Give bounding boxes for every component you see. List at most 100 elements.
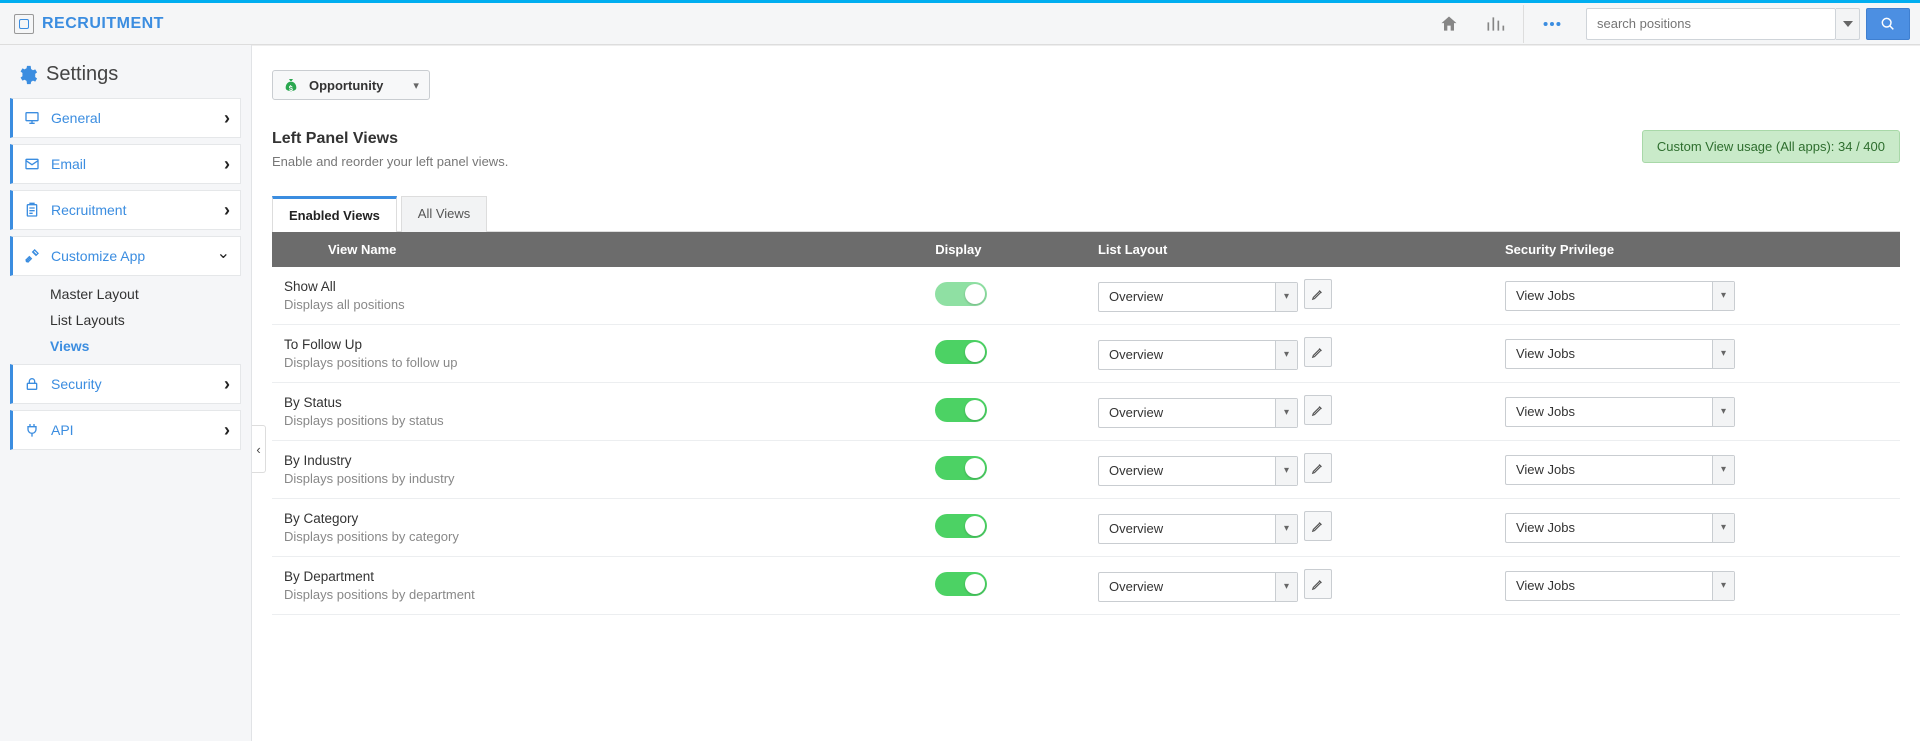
sidebar-item-security[interactable]: Security <box>10 364 241 404</box>
layout-dropdown[interactable]: Overview▾ <box>1098 398 1298 428</box>
search-scope-dropdown[interactable] <box>1836 8 1860 40</box>
sidebar-item-label: API <box>51 422 74 438</box>
display-toggle[interactable] <box>935 514 987 538</box>
security-dropdown[interactable]: View Jobs▾ <box>1505 513 1735 543</box>
display-toggle[interactable] <box>935 282 987 306</box>
security-value: View Jobs <box>1506 288 1712 303</box>
layout-dropdown[interactable]: Overview▾ <box>1098 340 1298 370</box>
chevron-right-icon <box>224 200 230 221</box>
view-name-text: To Follow Up <box>284 337 911 352</box>
view-name-text: By Industry <box>284 453 911 468</box>
edit-layout-button[interactable] <box>1304 395 1332 425</box>
display-toggle[interactable] <box>935 572 987 596</box>
display-toggle[interactable] <box>935 340 987 364</box>
cell-layout: Overview▾ <box>1086 441 1493 499</box>
brand[interactable]: RECRUITMENT <box>14 14 164 34</box>
settings-title-text: Settings <box>46 63 118 86</box>
cell-view-name: By StatusDisplays positions by status <box>272 383 923 441</box>
security-dropdown[interactable]: View Jobs▾ <box>1505 281 1735 311</box>
col-header-display: Display <box>923 232 1086 267</box>
view-desc-text: Displays positions by industry <box>284 471 911 486</box>
tabs: Enabled Views All Views <box>272 195 1900 232</box>
chevron-right-icon <box>224 108 230 129</box>
sidebar-item-label: Customize App <box>51 248 145 264</box>
sidebar: Settings General Email Recruitment <box>0 45 252 741</box>
layout-value: Overview <box>1099 347 1275 362</box>
display-toggle[interactable] <box>935 398 987 422</box>
cell-view-name: By Industry Displays positions by industr… <box>272 441 923 499</box>
sub-item-list-layouts[interactable]: List Layouts <box>50 312 241 328</box>
cell-security: View Jobs▾ <box>1493 267 1900 325</box>
cell-security: View Jobs▾ <box>1493 383 1900 441</box>
layout-value: Overview <box>1099 579 1275 594</box>
caret-down-icon: ▾ <box>1712 572 1734 600</box>
sidebar-item-recruitment[interactable]: Recruitment <box>10 190 241 230</box>
display-toggle[interactable] <box>935 456 987 480</box>
toggle-knob <box>965 516 985 536</box>
cell-display <box>923 267 1086 325</box>
sub-item-master-layout[interactable]: Master Layout <box>50 286 241 302</box>
lock-icon <box>23 376 41 392</box>
security-dropdown[interactable]: View Jobs▾ <box>1505 397 1735 427</box>
search-input[interactable] <box>1586 8 1836 40</box>
home-icon[interactable] <box>1431 6 1467 42</box>
section-subtitle: Enable and reorder your left panel views… <box>272 154 508 169</box>
chevron-right-icon <box>224 420 230 441</box>
security-value: View Jobs <box>1506 578 1712 593</box>
view-desc-text: Displays positions by status <box>284 413 911 428</box>
customize-app-children: Master Layout List Layouts Views <box>10 282 241 364</box>
layout-dropdown[interactable]: Overview▾ <box>1098 572 1298 602</box>
search-wrap <box>1586 8 1910 40</box>
cell-layout: Overview▾ <box>1086 557 1493 615</box>
caret-down-icon: ▾ <box>413 79 419 92</box>
cell-layout: Overview▾ <box>1086 499 1493 557</box>
settings-heading: Settings <box>10 59 241 98</box>
sidebar-item-customize-app[interactable]: Customize App <box>10 236 241 276</box>
usage-badge: Custom View usage (All apps): 34 / 400 <box>1642 130 1900 163</box>
sidebar-collapse-handle[interactable]: ‹ <box>252 425 266 473</box>
layout-value: Overview <box>1099 521 1275 536</box>
pencil-icon <box>1311 403 1325 417</box>
pencil-icon <box>1311 345 1325 359</box>
tab-all-views[interactable]: All Views <box>401 196 488 232</box>
security-dropdown[interactable]: View Jobs▾ <box>1505 455 1735 485</box>
chevron-right-icon <box>224 154 230 175</box>
security-dropdown[interactable]: View Jobs▾ <box>1505 339 1735 369</box>
cell-display <box>923 325 1086 383</box>
sidebar-item-api[interactable]: API <box>10 410 241 450</box>
layout-value: Overview <box>1099 463 1275 478</box>
cell-view-name: By CategoryDisplays positions by categor… <box>272 499 923 557</box>
more-icon[interactable] <box>1534 6 1570 42</box>
tools-icon <box>23 248 41 264</box>
analytics-icon[interactable] <box>1477 6 1513 42</box>
tab-enabled-views[interactable]: Enabled Views <box>272 196 397 232</box>
edit-layout-button[interactable] <box>1304 453 1332 483</box>
pencil-icon <box>1311 287 1325 301</box>
entity-selector[interactable]: Opportunity ▾ <box>272 70 430 100</box>
section-title: Left Panel Views <box>272 130 508 148</box>
mail-icon <box>23 156 41 172</box>
cell-security: View Jobs▾ <box>1493 441 1900 499</box>
edit-layout-button[interactable] <box>1304 279 1332 309</box>
sidebar-item-general[interactable]: General <box>10 98 241 138</box>
security-dropdown[interactable]: View Jobs▾ <box>1505 571 1735 601</box>
security-value: View Jobs <box>1506 462 1712 477</box>
layout-dropdown[interactable]: Overview▾ <box>1098 282 1298 312</box>
layout-dropdown[interactable]: Overview▾ <box>1098 456 1298 486</box>
chevron-right-icon <box>224 374 230 395</box>
view-name-text: Show All <box>284 279 911 294</box>
sub-item-views[interactable]: Views <box>50 338 241 354</box>
cell-view-name: By DepartmentDisplays positions by depar… <box>272 557 923 615</box>
cell-view-name: To Follow UpDisplays positions to follow… <box>272 325 923 383</box>
view-desc-text: Displays all positions <box>284 297 911 312</box>
layout-dropdown[interactable]: Overview▾ <box>1098 514 1298 544</box>
edit-layout-button[interactable] <box>1304 511 1332 541</box>
monitor-icon <box>23 110 41 126</box>
search-button[interactable] <box>1866 8 1910 40</box>
edit-layout-button[interactable] <box>1304 569 1332 599</box>
sidebar-item-label: Security <box>51 376 102 392</box>
table-row: By CategoryDisplays positions by categor… <box>272 499 1900 557</box>
sidebar-item-email[interactable]: Email <box>10 144 241 184</box>
pencil-icon <box>1311 461 1325 475</box>
edit-layout-button[interactable] <box>1304 337 1332 367</box>
